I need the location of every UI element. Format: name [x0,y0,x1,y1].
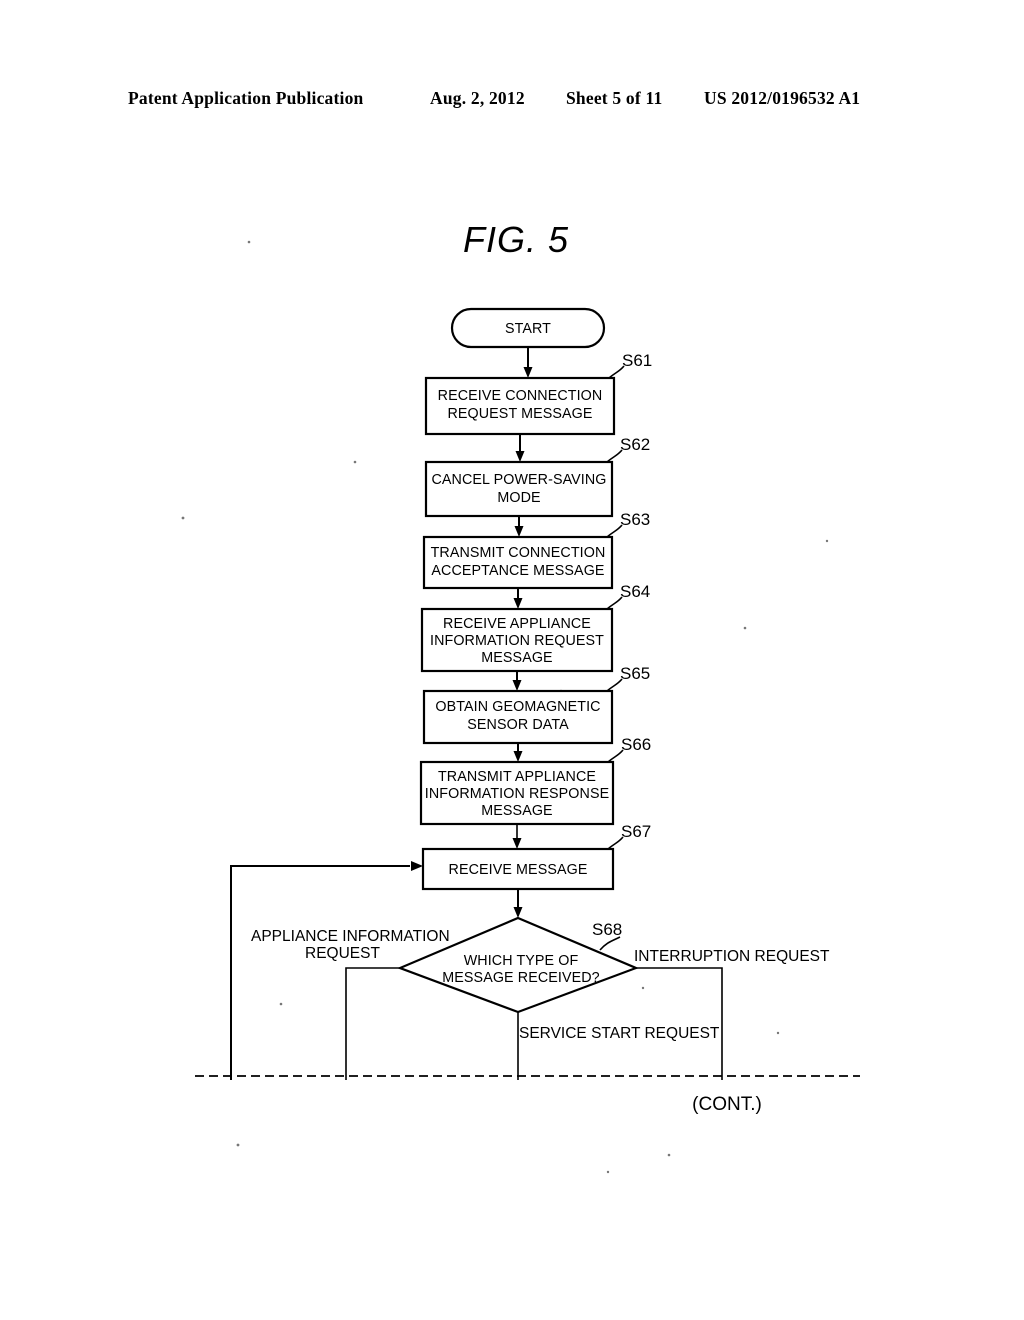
s64-line-2: INFORMATION REQUEST [430,633,604,649]
node-s63: TRANSMIT CONNECTION ACCEPTANCE MESSAGE S… [422,510,650,590]
connector-s61-s62 [515,434,525,462]
branch-bottom-line-1: SERVICE START REQUEST [519,1025,720,1042]
s64-line-3: MESSAGE [481,650,552,666]
s68-line-2: MESSAGE RECEIVED? [442,970,599,986]
s65-step-label: S65 [620,664,650,683]
branch-bottom-label: SERVICE START REQUEST [519,1025,720,1042]
s61-line-1: RECEIVE CONNECTION [438,388,603,404]
s66-line-2: INFORMATION RESPONSE [425,786,609,802]
connector-s66-s67 [512,824,522,849]
node-start: START [450,307,606,349]
s62-step-label: S62 [620,435,650,454]
branch-left-line-1: APPLIANCE INFORMATION [251,928,450,945]
branch-left-label: APPLIANCE INFORMATION REQUEST [251,928,450,962]
s66-step-label: S66 [621,735,651,754]
branch-left-line-2: REQUEST [305,945,380,962]
s61-line-2: REQUEST MESSAGE [447,406,592,422]
connector-s64-s65 [512,671,522,691]
connector-s67-s68 [513,889,523,918]
start-label: START [505,321,551,337]
s61-step-label: S61 [622,351,652,370]
s66-line-1: TRANSMIT APPLIANCE [438,769,596,785]
node-s61: RECEIVE CONNECTION REQUEST MESSAGE S61 [424,351,652,436]
s64-line-1: RECEIVE APPLIANCE [443,616,591,632]
connector-s63-s64 [513,588,523,609]
node-s62: CANCEL POWER-SAVING MODE S62 [424,435,650,518]
s62-shape [424,460,614,518]
continuation-label: (CONT.) [692,1094,762,1115]
s68-step-label: S68 [592,920,622,939]
feedback-loop-to-s67 [230,861,423,1080]
connector-start-s61 [523,347,533,378]
s68-line-1: WHICH TYPE OF [464,953,579,969]
s65-line-1: OBTAIN GEOMAGNETIC [435,699,600,715]
s63-line-2: ACCEPTANCE MESSAGE [431,563,604,579]
s65-line-2: SENSOR DATA [467,717,569,733]
branch-left-route [345,967,400,1080]
branch-right-label: INTERRUPTION REQUEST [634,948,830,965]
s63-line-1: TRANSMIT CONNECTION [431,545,606,561]
connector-s65-s66 [513,743,523,762]
connector-s62-s63 [514,516,524,537]
s67-step-label: S67 [621,822,651,841]
branch-right-route [636,967,723,1080]
s63-step-label: S63 [620,510,650,529]
node-s65: OBTAIN GEOMAGNETIC SENSOR DATA S65 [422,664,650,745]
patent-page: Patent Application Publication Aug. 2, 2… [0,0,1024,1320]
figure-flowchart: FIG. 5 START RECEIVE CONNECTION REQUEST … [181,219,860,1174]
node-s67: RECEIVE MESSAGE S67 [421,822,651,891]
s62-line-1: CANCEL POWER-SAVING [431,472,606,488]
s62-line-2: MODE [497,490,540,506]
s64-step-label: S64 [620,582,650,601]
node-s66: TRANSMIT APPLIANCE INFORMATION RESPONSE … [419,735,651,826]
branch-right-line-1: INTERRUPTION REQUEST [634,948,830,965]
s66-line-3: MESSAGE [481,803,552,819]
figure-title: FIG. 5 [463,219,569,260]
node-s64: RECEIVE APPLIANCE INFORMATION REQUEST ME… [420,582,650,673]
s67-line-1: RECEIVE MESSAGE [449,862,588,878]
